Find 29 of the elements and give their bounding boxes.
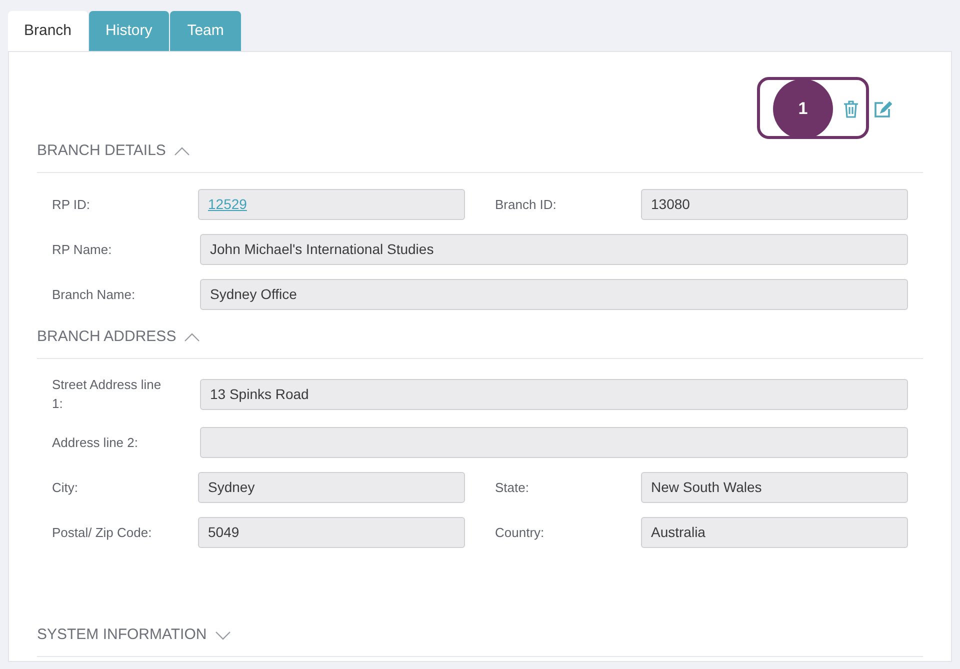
edit-icon[interactable] xyxy=(874,101,892,118)
section-title: BRANCH DETAILS xyxy=(37,140,166,161)
input-field[interactable]: 5049 xyxy=(198,517,465,548)
field-label: Branch Name: xyxy=(52,286,136,304)
input-field[interactable]: 13 Spinks Road xyxy=(200,378,908,410)
field-label: Address line 2: xyxy=(52,434,139,452)
input-field[interactable]: 13080 xyxy=(641,189,908,220)
field-label: State: xyxy=(495,479,530,497)
field-label: Branch ID: xyxy=(495,196,558,214)
input-field[interactable]: John Michael's International Studies xyxy=(200,234,908,265)
field-label: Postal/ Zip Code: xyxy=(52,524,153,542)
annotation-badge: 1 xyxy=(773,79,833,139)
input-field[interactable]: New South Wales xyxy=(641,472,908,503)
tab[interactable]: Branch xyxy=(8,11,88,51)
field-label: RP ID: xyxy=(52,196,92,214)
input-field[interactable]: Australia xyxy=(641,517,908,548)
field-label: Street Address line 1: xyxy=(52,376,162,413)
section-title: BRANCH ADDRESS xyxy=(37,326,176,347)
input-field[interactable] xyxy=(200,427,908,458)
field-label: RP Name: xyxy=(52,241,113,259)
section-title: SYSTEM INFORMATION xyxy=(37,624,207,645)
chevron-up-icon[interactable] xyxy=(184,332,200,342)
chevron-down-icon[interactable] xyxy=(214,630,231,640)
trash-icon[interactable] xyxy=(843,100,859,118)
input-field[interactable]: Sydney xyxy=(198,472,465,503)
input-field[interactable]: Sydney Office xyxy=(200,279,908,310)
field-label: Country: xyxy=(495,524,546,542)
chevron-up-icon[interactable] xyxy=(174,146,190,156)
field-label: City: xyxy=(52,479,79,497)
